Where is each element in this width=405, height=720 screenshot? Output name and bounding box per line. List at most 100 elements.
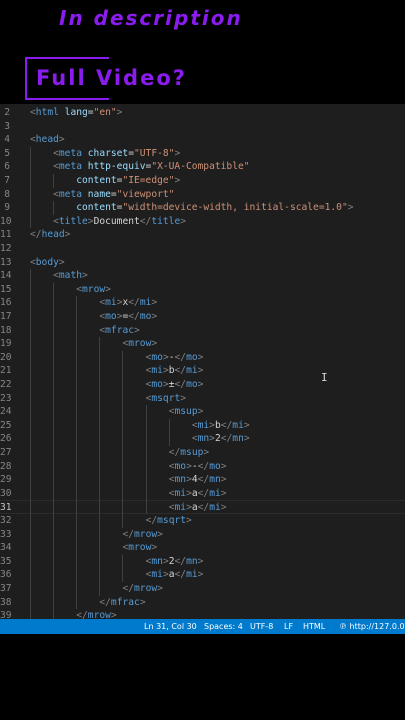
- code-line[interactable]: 25 <mi>b</mi>: [0, 419, 405, 433]
- code-line[interactable]: 33 </mrow>: [0, 528, 405, 542]
- code-token: "viewport": [116, 188, 175, 200]
- code-line[interactable]: 10 <title>Document</title>: [0, 215, 405, 229]
- indent-guide: [99, 554, 101, 569]
- code-line[interactable]: 5 <meta charset="UTF-8">: [0, 147, 405, 161]
- code-text: <meta charset="UTF-8">: [53, 147, 180, 161]
- code-line[interactable]: 39 </mrow>: [0, 609, 405, 619]
- status-encoding[interactable]: UTF-8: [250, 619, 273, 634]
- indent-guide: [76, 473, 78, 487]
- indent-guide: [99, 391, 101, 406]
- code-line[interactable]: 27 </msup>: [0, 446, 405, 460]
- code-token: </: [220, 433, 233, 445]
- code-token: head: [41, 229, 65, 241]
- code-token: title: [58, 215, 88, 227]
- code-text: <mn>2</mn>: [192, 432, 250, 446]
- code-line[interactable]: 38 </mfrac>: [0, 596, 405, 610]
- code-line[interactable]: 18 <mfrac>: [0, 324, 405, 338]
- code-line[interactable]: 19 <mrow>: [0, 337, 405, 351]
- indent-guide: [30, 473, 31, 487]
- code-line[interactable]: 12: [0, 242, 405, 256]
- code-line[interactable]: 36 <mi>a</mi>: [0, 568, 405, 582]
- indent-guide: [30, 269, 31, 283]
- status-indentation[interactable]: Spaces: 4: [204, 619, 243, 634]
- code-line[interactable]: 3: [0, 120, 405, 134]
- code-text: content="IE=edge">: [76, 174, 180, 188]
- indent-guide: [30, 541, 31, 555]
- indent-guide: [53, 350, 55, 365]
- line-number: 23: [0, 392, 12, 404]
- code-token: mrow: [87, 610, 111, 619]
- code-text: content="width=device-width, initial-sca…: [76, 201, 353, 215]
- indent-guide: [53, 323, 55, 338]
- code-token: meta: [58, 161, 82, 173]
- code-token: >: [197, 406, 204, 418]
- code-token: mo: [139, 311, 152, 322]
- code-token: mi: [151, 569, 163, 581]
- line-number: 28: [0, 460, 12, 472]
- code-text: <math>: [53, 269, 88, 283]
- code-line[interactable]: 29 <mn>4</mn>: [0, 473, 405, 487]
- indent-guide: [30, 214, 31, 229]
- indent-guide: [53, 201, 55, 215]
- code-text: <mi>a</mi>: [169, 501, 227, 515]
- indent-guide: [76, 391, 78, 406]
- indent-guide: [99, 405, 101, 419]
- code-line[interactable]: 20 <mo>-</mo>: [0, 351, 405, 365]
- code-token: >: [197, 379, 204, 390]
- code-editor[interactable]: 2 <html lang="en"> 3 4 <head> 5 <meta charset=…: [0, 104, 405, 619]
- indent-guide: [99, 568, 101, 582]
- code-line[interactable]: 31 <mi>a</mi>: [0, 500, 405, 514]
- code-token: </: [174, 555, 187, 567]
- status-live-server[interactable]: ℗ http://127.0.0.1:5: [339, 619, 405, 634]
- code-token: >: [186, 515, 192, 526]
- indent-guide: [122, 446, 124, 460]
- indent-guide: [122, 554, 124, 569]
- code-line[interactable]: 7 content="IE=edge">: [0, 174, 405, 188]
- code-line[interactable]: 32 </msqrt>: [0, 514, 405, 528]
- code-text: <msqrt>: [146, 392, 186, 406]
- line-number: 21: [0, 365, 12, 377]
- code-line[interactable]: 22 <mo>±</mo>: [0, 378, 405, 392]
- code-line[interactable]: 6 <meta http-equiv="X-UA-Compatible": [0, 160, 405, 174]
- code-line[interactable]: 2 <html lang="en">: [0, 106, 405, 120]
- code-line[interactable]: 8 <meta name="viewport": [0, 188, 405, 202]
- line-number: 37: [0, 583, 12, 594]
- status-language[interactable]: HTML: [303, 619, 325, 634]
- code-line[interactable]: 23 <msqrt>: [0, 392, 405, 406]
- indent-guide: [53, 310, 55, 324]
- code-line[interactable]: 28 <mo>-</mo>: [0, 460, 405, 474]
- code-token: mi: [232, 419, 244, 431]
- code-token: >: [105, 283, 111, 295]
- code-text: <mfrac>: [99, 324, 139, 338]
- code-line[interactable]: 15 <mrow>: [0, 283, 405, 297]
- code-line[interactable]: 37 </mrow>: [0, 582, 405, 596]
- code-line[interactable]: 4 <head>: [0, 133, 405, 147]
- code-line[interactable]: 11 </head>: [0, 228, 405, 242]
- code-line[interactable]: 13 <body>: [0, 256, 405, 270]
- code-line[interactable]: 16 <mi>x</mi>: [0, 296, 405, 310]
- indent-guide: [99, 378, 101, 392]
- code-line[interactable]: 17 <mo>=</mo>: [0, 310, 405, 324]
- code-line[interactable]: 34 <mrow>: [0, 541, 405, 555]
- code-token: >: [157, 528, 163, 540]
- code-token: </: [174, 379, 187, 390]
- code-token: >: [220, 487, 227, 499]
- code-line[interactable]: 14 <math>: [0, 269, 405, 283]
- indent-guide: [122, 378, 124, 392]
- code-token: mrow: [134, 583, 158, 594]
- indent-guide: [76, 582, 78, 596]
- indent-guide: [53, 378, 55, 392]
- code-line[interactable]: 30 <mi>a</mi>: [0, 487, 405, 501]
- code-line[interactable]: 24 <msup>: [0, 405, 405, 419]
- code-line[interactable]: 9 content="width=device-width, initial-sc…: [0, 201, 405, 215]
- status-cursor-position[interactable]: Ln 31, Col 30: [144, 619, 197, 634]
- status-eol[interactable]: LF: [284, 619, 293, 634]
- indent-guide: [122, 500, 124, 514]
- code-line[interactable]: 21 <mi>b</mi>: [0, 364, 405, 378]
- code-line[interactable]: 26 <mn>2</mn>: [0, 432, 405, 446]
- code-token: </: [128, 311, 140, 322]
- code-token: "width=device-width, initial-scale=1.0": [122, 202, 348, 214]
- indent-guide: [30, 296, 31, 310]
- code-line[interactable]: 35 <mn>2</mn>: [0, 555, 405, 569]
- code-token: >: [203, 447, 210, 458]
